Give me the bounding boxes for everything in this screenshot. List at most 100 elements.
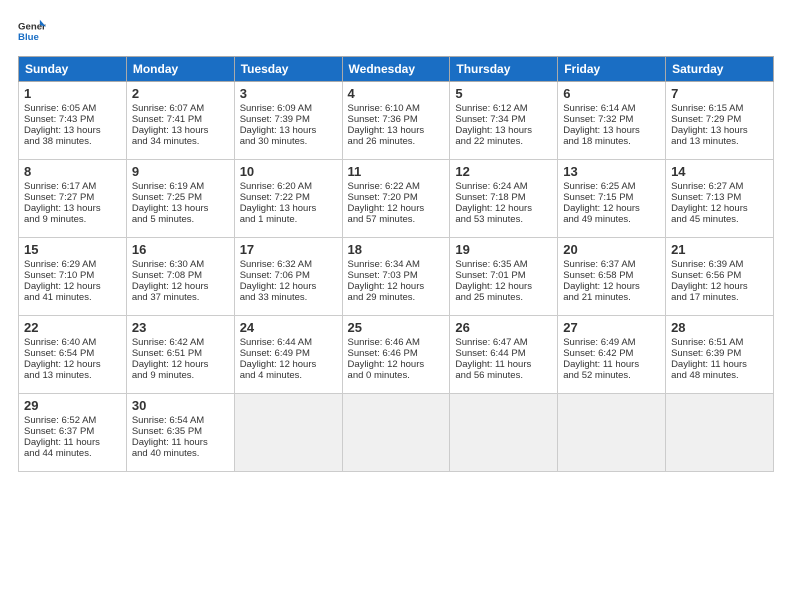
day-info-line: and 0 minutes.: [348, 370, 445, 381]
day-info-line: Sunrise: 6:32 AM: [240, 259, 337, 270]
day-number: 14: [671, 164, 768, 179]
day-number: 1: [24, 86, 121, 101]
day-info-line: Sunset: 7:27 PM: [24, 192, 121, 203]
day-info-line: and 13 minutes.: [671, 136, 768, 147]
day-info-line: and 41 minutes.: [24, 292, 121, 303]
day-info-line: Sunset: 7:08 PM: [132, 270, 229, 281]
calendar-cell: 1Sunrise: 6:05 AMSunset: 7:43 PMDaylight…: [19, 82, 127, 160]
day-info-line: Sunrise: 6:46 AM: [348, 337, 445, 348]
day-info-line: Sunset: 7:10 PM: [24, 270, 121, 281]
calendar-cell: 19Sunrise: 6:35 AMSunset: 7:01 PMDayligh…: [450, 238, 558, 316]
day-number: 23: [132, 320, 229, 335]
day-info-line: Sunrise: 6:35 AM: [455, 259, 552, 270]
calendar-cell: 21Sunrise: 6:39 AMSunset: 6:56 PMDayligh…: [666, 238, 774, 316]
calendar-cell: 7Sunrise: 6:15 AMSunset: 7:29 PMDaylight…: [666, 82, 774, 160]
calendar-cell: 28Sunrise: 6:51 AMSunset: 6:39 PMDayligh…: [666, 316, 774, 394]
day-info-line: Sunrise: 6:27 AM: [671, 181, 768, 192]
day-info-line: Sunset: 7:41 PM: [132, 114, 229, 125]
calendar-cell: [666, 394, 774, 472]
day-header-monday: Monday: [126, 57, 234, 82]
calendar-cell: 27Sunrise: 6:49 AMSunset: 6:42 PMDayligh…: [558, 316, 666, 394]
day-info-line: and 1 minute.: [240, 214, 337, 225]
day-info-line: Daylight: 12 hours: [24, 359, 121, 370]
day-number: 19: [455, 242, 552, 257]
day-info-line: and 34 minutes.: [132, 136, 229, 147]
day-info-line: and 57 minutes.: [348, 214, 445, 225]
day-info-line: Sunrise: 6:25 AM: [563, 181, 660, 192]
day-info-line: Sunrise: 6:07 AM: [132, 103, 229, 114]
day-info-line: Sunrise: 6:17 AM: [24, 181, 121, 192]
day-info-line: Sunset: 7:18 PM: [455, 192, 552, 203]
calendar-cell: 20Sunrise: 6:37 AMSunset: 6:58 PMDayligh…: [558, 238, 666, 316]
day-info-line: Sunset: 7:22 PM: [240, 192, 337, 203]
day-info-line: Daylight: 12 hours: [455, 203, 552, 214]
day-info-line: and 44 minutes.: [24, 448, 121, 459]
day-info-line: Daylight: 12 hours: [348, 359, 445, 370]
calendar-cell: 13 Sunrise: 6:25 AMSunset: 7:15 PMDayligh…: [558, 160, 666, 238]
day-number: 30: [132, 398, 229, 413]
day-info-line: Sunset: 6:42 PM: [563, 348, 660, 359]
day-info-line: and 25 minutes.: [455, 292, 552, 303]
day-number: 20: [563, 242, 660, 257]
day-info-line: Daylight: 12 hours: [563, 281, 660, 292]
day-number: 17: [240, 242, 337, 257]
day-info-line: and 5 minutes.: [132, 214, 229, 225]
day-info-line: Daylight: 12 hours: [563, 203, 660, 214]
day-info-line: and 38 minutes.: [24, 136, 121, 147]
day-number: 15: [24, 242, 121, 257]
svg-text:Blue: Blue: [18, 32, 39, 43]
day-info-line: Sunrise: 6:29 AM: [24, 259, 121, 270]
day-info-line: Daylight: 13 hours: [563, 125, 660, 136]
day-number: 11: [348, 164, 445, 179]
day-info-line: and 4 minutes.: [240, 370, 337, 381]
day-number: 27: [563, 320, 660, 335]
day-number: 26: [455, 320, 552, 335]
day-info-line: Daylight: 11 hours: [563, 359, 660, 370]
day-info-line: Daylight: 13 hours: [132, 203, 229, 214]
day-info-line: and 18 minutes.: [563, 136, 660, 147]
calendar-cell: 12Sunrise: 6:24 AMSunset: 7:18 PMDayligh…: [450, 160, 558, 238]
day-number: 13: [563, 164, 660, 179]
day-info-line: and 52 minutes.: [563, 370, 660, 381]
day-info-line: Sunrise: 6:44 AM: [240, 337, 337, 348]
calendar-cell: 25Sunrise: 6:46 AMSunset: 6:46 PMDayligh…: [342, 316, 450, 394]
day-info-line: Sunset: 7:43 PM: [24, 114, 121, 125]
day-info-line: Sunrise: 6:24 AM: [455, 181, 552, 192]
day-info-line: Daylight: 12 hours: [348, 203, 445, 214]
day-header-friday: Friday: [558, 57, 666, 82]
day-number: 8: [24, 164, 121, 179]
day-info-line: Daylight: 12 hours: [348, 281, 445, 292]
day-number: 22: [24, 320, 121, 335]
day-header-wednesday: Wednesday: [342, 57, 450, 82]
calendar-table: SundayMondayTuesdayWednesdayThursdayFrid…: [18, 56, 774, 472]
day-info-line: Daylight: 11 hours: [455, 359, 552, 370]
day-info-line: Sunrise: 6:09 AM: [240, 103, 337, 114]
day-number: 24: [240, 320, 337, 335]
day-info-line: Sunset: 7:36 PM: [348, 114, 445, 125]
day-info-line: Sunset: 7:15 PM: [563, 192, 660, 203]
day-info-line: Sunrise: 6:47 AM: [455, 337, 552, 348]
day-number: 3: [240, 86, 337, 101]
day-info-line: and 17 minutes.: [671, 292, 768, 303]
day-info-line: Daylight: 13 hours: [671, 125, 768, 136]
calendar-cell: 11Sunrise: 6:22 AMSunset: 7:20 PMDayligh…: [342, 160, 450, 238]
calendar-cell: 29Sunrise: 6:52 AMSunset: 6:37 PMDayligh…: [19, 394, 127, 472]
calendar-cell: 23Sunrise: 6:42 AMSunset: 6:51 PMDayligh…: [126, 316, 234, 394]
day-info-line: Sunset: 6:54 PM: [24, 348, 121, 359]
day-info-line: Daylight: 12 hours: [671, 203, 768, 214]
day-info-line: Daylight: 13 hours: [348, 125, 445, 136]
day-info-line: and 30 minutes.: [240, 136, 337, 147]
day-number: 6: [563, 86, 660, 101]
day-number: 9: [132, 164, 229, 179]
day-info-line: Sunrise: 6:30 AM: [132, 259, 229, 270]
calendar-cell: 24Sunrise: 6:44 AMSunset: 6:49 PMDayligh…: [234, 316, 342, 394]
generalblue-logo-icon: General Blue: [18, 18, 46, 46]
calendar-cell: 10Sunrise: 6:20 AMSunset: 7:22 PMDayligh…: [234, 160, 342, 238]
day-info-line: and 40 minutes.: [132, 448, 229, 459]
day-info-line: Sunrise: 6:39 AM: [671, 259, 768, 270]
day-header-sunday: Sunday: [19, 57, 127, 82]
day-info-line: Sunrise: 6:54 AM: [132, 415, 229, 426]
day-info-line: Daylight: 13 hours: [132, 125, 229, 136]
logo: General Blue: [18, 18, 46, 46]
day-number: 21: [671, 242, 768, 257]
